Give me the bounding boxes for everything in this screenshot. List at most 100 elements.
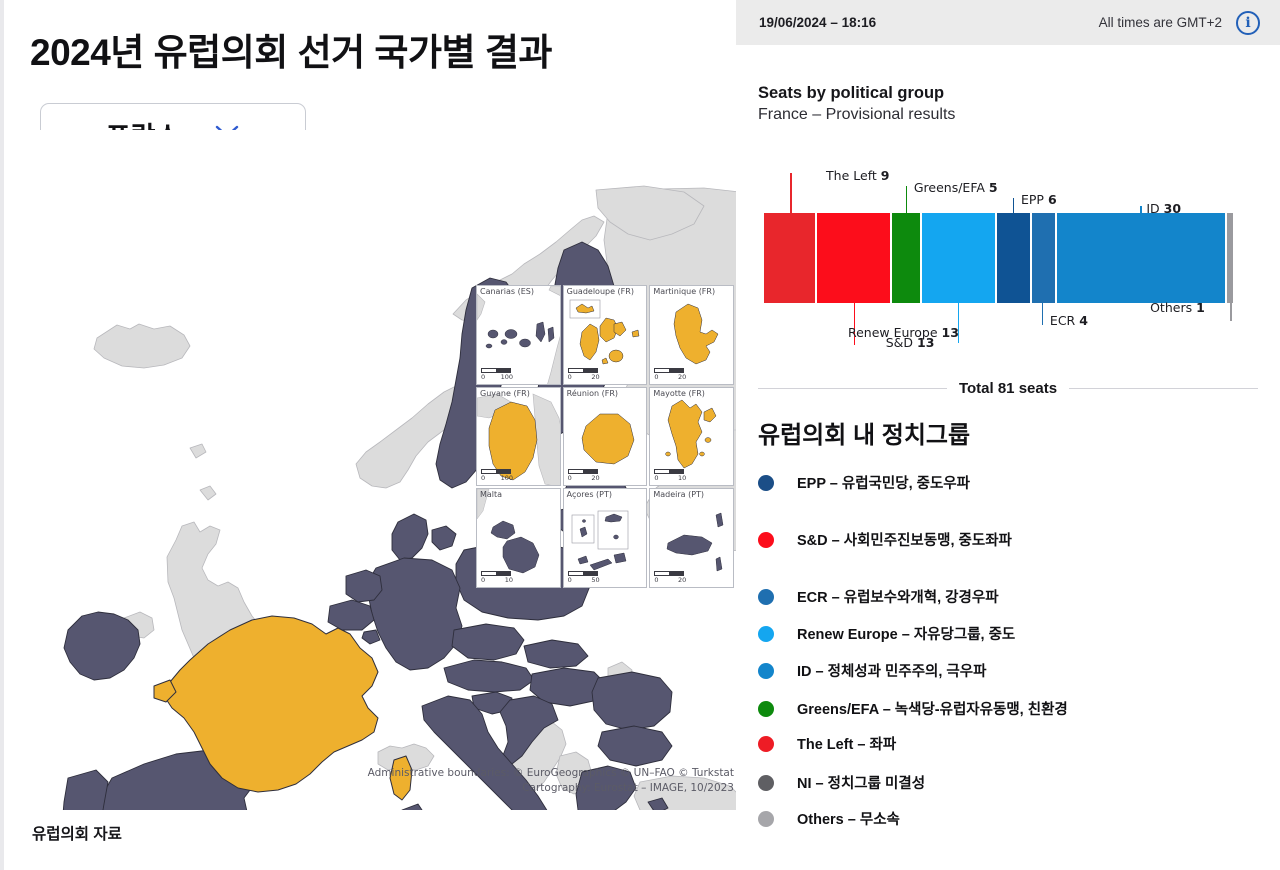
europe-choropleth-map[interactable]: Canarias (ES) 0 100 Guadeloupe (FR) 0 20…	[4, 130, 740, 810]
callout-tick-the-left	[790, 173, 792, 213]
info-icon[interactable]: i	[1236, 10, 1260, 35]
inset-mayotte[interactable]: Mayotte (FR) 0 10	[649, 386, 734, 487]
legend-item-s-d[interactable]: S&D – 사회민주진보동맹, 중도좌파	[758, 529, 1012, 550]
scale-min: 0	[654, 474, 659, 483]
bar-segment-epp[interactable]	[995, 213, 1032, 303]
legend-item-greens-efa[interactable]: Greens/EFA – 녹색당-유럽자유동맹, 친환경	[758, 698, 1068, 719]
timezone-note: All times are GMT+2	[1098, 15, 1222, 30]
legend-item-epp[interactable]: EPP – 유럽국민당, 중도우파	[758, 472, 970, 493]
inset-title: Mayotte (FR)	[653, 388, 705, 398]
map-attribution: Administrative boundaries: © EuroGeograp…	[368, 766, 734, 796]
inset-madeira[interactable]: Madeira (PT) 0 20	[649, 488, 734, 588]
scale-bar: 0 20	[654, 367, 687, 381]
inset-title: Açores (PT)	[566, 490, 612, 500]
inset-malta[interactable]: Malta 0 10	[476, 488, 561, 588]
scale-max: 100	[500, 372, 513, 381]
bar-segment-ecr[interactable]	[1031, 213, 1056, 303]
legend-item-renew-europe[interactable]: Renew Europe – 자유당그룹, 중도	[758, 623, 1015, 644]
legend-color-dot	[758, 588, 774, 605]
page-title: 2024년 유럽의회 선거 국가별 결과	[30, 32, 552, 73]
inset-acores[interactable]: Açores (PT) 0 50	[562, 488, 648, 588]
inset-title: Madeira (PT)	[653, 490, 705, 500]
inset-title: Réunion (FR)	[566, 388, 619, 398]
legend-item-label: Greens/EFA – 녹색당-유럽자유동맹, 친환경	[797, 702, 1068, 718]
bar-segment-s-d[interactable]	[815, 213, 891, 303]
scale-max: 20	[591, 372, 600, 381]
callout-tick-greens-efa	[905, 186, 908, 213]
total-seats-row: Total 81 seats	[758, 380, 1259, 397]
scale-max: 20	[678, 372, 687, 381]
callout-tick-epp	[1012, 198, 1015, 213]
scale-bar: 0 10	[654, 469, 686, 482]
map-attribution-line-2: Cartography: Eurostat – IMAGE, 10/2023	[522, 782, 734, 795]
callout-label-others: Others 1	[1150, 300, 1205, 315]
legend-item-label: Renew Europe – 자유당그룹, 중도	[797, 627, 1016, 643]
callout-label-the-left: The Left 9	[826, 168, 890, 183]
bar-segment-id[interactable]	[1055, 213, 1227, 303]
legend-item-others[interactable]: Others – 무소속	[758, 808, 900, 829]
app-root: 2024년 유럽의회 선거 국가별 결과 프랑스	[0, 0, 1280, 870]
callout-label-ecr: ECR 4	[1049, 313, 1088, 328]
legend-heading: 유럽의회 내 정치그룹	[758, 422, 971, 449]
legend-color-dot	[758, 700, 774, 717]
inset-title: Guadeloupe (FR)	[566, 287, 634, 296]
seats-stacked-bar-chart: The Left 9 S&D 13 Greens/EFA 5 Renew Europe…	[736, 160, 1280, 360]
inset-title: Guyane (FR)	[480, 388, 530, 398]
scale-max: 10	[504, 575, 513, 584]
legend-item-label: ECR – 유럽보수와개혁, 강경우파	[797, 590, 999, 606]
scale-min: 0	[481, 474, 486, 483]
scale-min: 0	[654, 372, 659, 381]
legend-color-dot	[758, 474, 774, 491]
callout-tick-others	[1230, 303, 1232, 321]
legend-color-dot	[758, 774, 774, 791]
legend-item-id[interactable]: ID – 정체성과 민주주의, 극우파	[758, 660, 986, 681]
legend-item-label: NI – 정치그룹 미결성	[797, 776, 926, 792]
scale-max: 100	[500, 474, 513, 483]
inset-reunion[interactable]: Réunion (FR) 0 20	[562, 386, 648, 487]
chart-heading: Seats by political group	[758, 84, 945, 102]
inset-martinique[interactable]: Martinique (FR) 0 20	[649, 285, 734, 385]
legend-color-dot	[758, 662, 774, 679]
scale-min: 0	[481, 575, 486, 584]
source-note: 유럽의회 자료	[32, 826, 122, 843]
scale-max: 50	[591, 575, 600, 584]
overseas-territory-insets: Canarias (ES) 0 100 Guadeloupe (FR) 0 20…	[476, 285, 734, 588]
legend-item-label: Others – 무소속	[797, 812, 900, 828]
scale-max: 20	[678, 575, 687, 584]
bar-segment-greens-efa[interactable]	[890, 213, 921, 303]
results-topbar: 19/06/2024 – 18:16 All times are GMT+2 i	[736, 0, 1280, 45]
inset-guyane[interactable]: Guyane (FR) 0 100	[476, 386, 561, 487]
scale-min: 0	[567, 372, 572, 381]
legend-item-label: ID – 정체성과 민주주의, 극우파	[797, 664, 987, 680]
legend-item-label: EPP – 유럽국민당, 중도우파	[797, 476, 970, 492]
legend-item-label: S&D – 사회민주진보동맹, 중도좌파	[797, 533, 1012, 549]
callout-tick-ecr	[1041, 303, 1044, 325]
legend-item-ecr[interactable]: ECR – 유럽보수와개혁, 강경우파	[758, 586, 999, 607]
scale-bar: 0 20	[654, 570, 687, 584]
scale-min: 0	[481, 372, 486, 381]
scale-bar: 0 20	[567, 367, 600, 381]
scale-min: 0	[654, 575, 659, 584]
bar-segment-others[interactable]	[1226, 213, 1234, 303]
legend-item-the-left[interactable]: The Left – 좌파	[758, 733, 896, 754]
bar-segment-renew-europe[interactable]	[920, 213, 996, 303]
callout-label-id: ID 30	[1146, 201, 1182, 216]
scale-bar: 0 10	[481, 570, 513, 584]
scale-bar: 0 20	[567, 469, 600, 483]
legend-item-ni[interactable]: NI – 정치그룹 미결성	[758, 772, 925, 793]
scale-min: 0	[567, 575, 572, 584]
bar-segment-the-left[interactable]	[764, 213, 816, 303]
inset-canarias[interactable]: Canarias (ES) 0 100	[476, 285, 561, 385]
callout-label-epp: EPP 6	[1020, 192, 1057, 207]
inset-guadeloupe[interactable]: Guadeloupe (FR) 0 20	[562, 285, 648, 385]
inset-title: Canarias (ES)	[480, 287, 534, 296]
scale-bar: 0 100	[481, 469, 513, 482]
total-seats-label: Total 81 seats	[958, 380, 1058, 397]
callout-label-greens-efa: Greens/EFA 5	[913, 180, 998, 195]
map-attribution-line-1: Administrative boundaries: © EuroGeograp…	[367, 767, 734, 779]
legend-item-label: The Left – 좌파	[797, 737, 897, 753]
stacked-bar[interactable]	[764, 213, 1234, 303]
scale-min: 0	[567, 474, 572, 483]
map-panel: 2024년 유럽의회 선거 국가별 결과 프랑스	[0, 0, 740, 870]
scale-max: 20	[591, 474, 600, 483]
